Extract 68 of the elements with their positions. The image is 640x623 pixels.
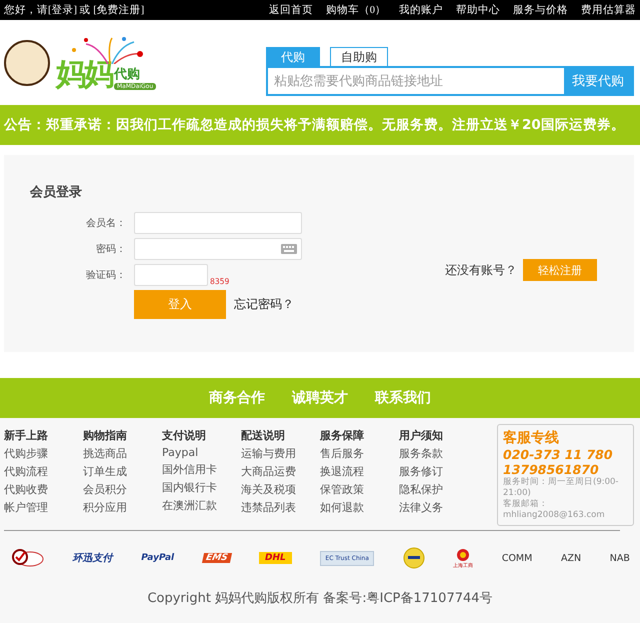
- top-link[interactable]: 费用估算器: [581, 3, 636, 17]
- column-title: 支付说明: [162, 428, 207, 443]
- copyright-text: Copyright 妈妈代购版权所有 备案号:粤ICP备17107744号: [146, 590, 494, 608]
- field-label: 验证码：: [85, 269, 127, 282]
- login-title: 会员登录: [30, 184, 83, 201]
- logo-title: 妈妈: [56, 60, 112, 90]
- login-greeting[interactable]: 您好，请[登录] 或 [免费注册]: [4, 3, 144, 17]
- partner-logo: EMS: [202, 553, 232, 564]
- username-field[interactable]: [134, 212, 302, 234]
- footer-link[interactable]: 隐私保护: [399, 482, 478, 497]
- footer-link[interactable]: 挑选商品: [83, 446, 162, 461]
- top-link[interactable]: 购物车（0）: [326, 3, 386, 17]
- footer-link[interactable]: 帐户管理: [4, 500, 83, 515]
- footer-link[interactable]: 服务修订: [399, 464, 478, 479]
- footer-link[interactable]: 如何退款: [320, 500, 399, 515]
- phone-number: 13798561870: [503, 462, 600, 477]
- phone-number: 020-373 11 780: [503, 447, 614, 462]
- top-link[interactable]: 帮助中心: [456, 3, 500, 17]
- notice-banner: 公告：郑重承诺：因我们工作疏忽造成的损失将予满额赔偿。无服务费。注册立送￥20国际运费券。: [0, 105, 640, 145]
- column-title: 服务保障: [320, 428, 365, 443]
- contact-title: 客服专线: [503, 429, 560, 447]
- partner-logo: NAB: [610, 552, 630, 564]
- top-link[interactable]: 返回首页: [268, 3, 313, 17]
- footer-link[interactable]: 海关及税项: [241, 482, 320, 497]
- avatar-icon: [4, 40, 50, 86]
- column-title: 用户须知: [399, 428, 444, 443]
- captcha-field[interactable]: [134, 264, 208, 286]
- footer-link[interactable]: 法律义务: [399, 500, 478, 515]
- column-title: 新手上路: [4, 428, 49, 443]
- seal-icon: [402, 547, 425, 570]
- search-tab[interactable]: 自助购: [330, 47, 388, 66]
- footer-link[interactable]: 售后服务: [320, 446, 399, 461]
- footer-link[interactable]: 国外信用卡: [162, 462, 241, 477]
- partner-logo: DHL: [259, 552, 292, 564]
- top-link[interactable]: 服务与价格: [513, 3, 568, 17]
- footer-link[interactable]: 服务条款: [399, 446, 478, 461]
- footer-link[interactable]: 违禁品列表: [241, 500, 320, 515]
- service-email: 客服邮箱：mhliang2008@163.com: [503, 499, 606, 522]
- top-link[interactable]: 我的账户: [399, 3, 443, 17]
- captcha-code: 8359: [210, 277, 230, 286]
- password-field[interactable]: [134, 238, 302, 260]
- footer-link[interactable]: 运输与费用: [241, 446, 320, 461]
- column-title: 购物指南: [83, 428, 128, 443]
- field-label: 会员名：: [85, 217, 127, 230]
- footer-link[interactable]: 订单生成: [83, 464, 162, 479]
- partner-logo: COMM: [502, 552, 532, 564]
- footer-link[interactable]: 代购步骤: [4, 446, 83, 461]
- field-label: 密码：: [95, 242, 127, 256]
- partner-logo: PayPal: [141, 553, 174, 564]
- footer-link[interactable]: 会员积分: [83, 482, 162, 497]
- logo-subtitle: 代购: [114, 66, 140, 82]
- footer-link[interactable]: 国内银行卡: [162, 480, 241, 495]
- footer-link[interactable]: Paypal: [162, 446, 241, 459]
- partner-logo: AZN: [560, 552, 582, 564]
- service-hours: 服务时间：周一至周日(9:00-21:00): [503, 477, 620, 498]
- footer-link[interactable]: 在澳洲汇款: [162, 498, 241, 513]
- partner-logo: 环迅支付: [72, 552, 113, 566]
- footer-link[interactable]: 代购流程: [4, 464, 83, 479]
- footer-link[interactable]: 换退流程: [320, 464, 399, 479]
- footer-link[interactable]: 积分应用: [83, 500, 162, 515]
- forgot-password-link[interactable]: 忘记密码？: [234, 296, 294, 313]
- footer-link[interactable]: 代购收费: [4, 482, 83, 497]
- keyboard-icon[interactable]: [281, 244, 297, 254]
- column-title: 配送说明: [241, 428, 286, 443]
- footer-link[interactable]: 大商品运费: [241, 464, 320, 479]
- seal-icon: [12, 548, 44, 568]
- footer-link[interactable]: 保管政策: [320, 482, 399, 497]
- no-account-text: 还没有账号？: [445, 262, 517, 278]
